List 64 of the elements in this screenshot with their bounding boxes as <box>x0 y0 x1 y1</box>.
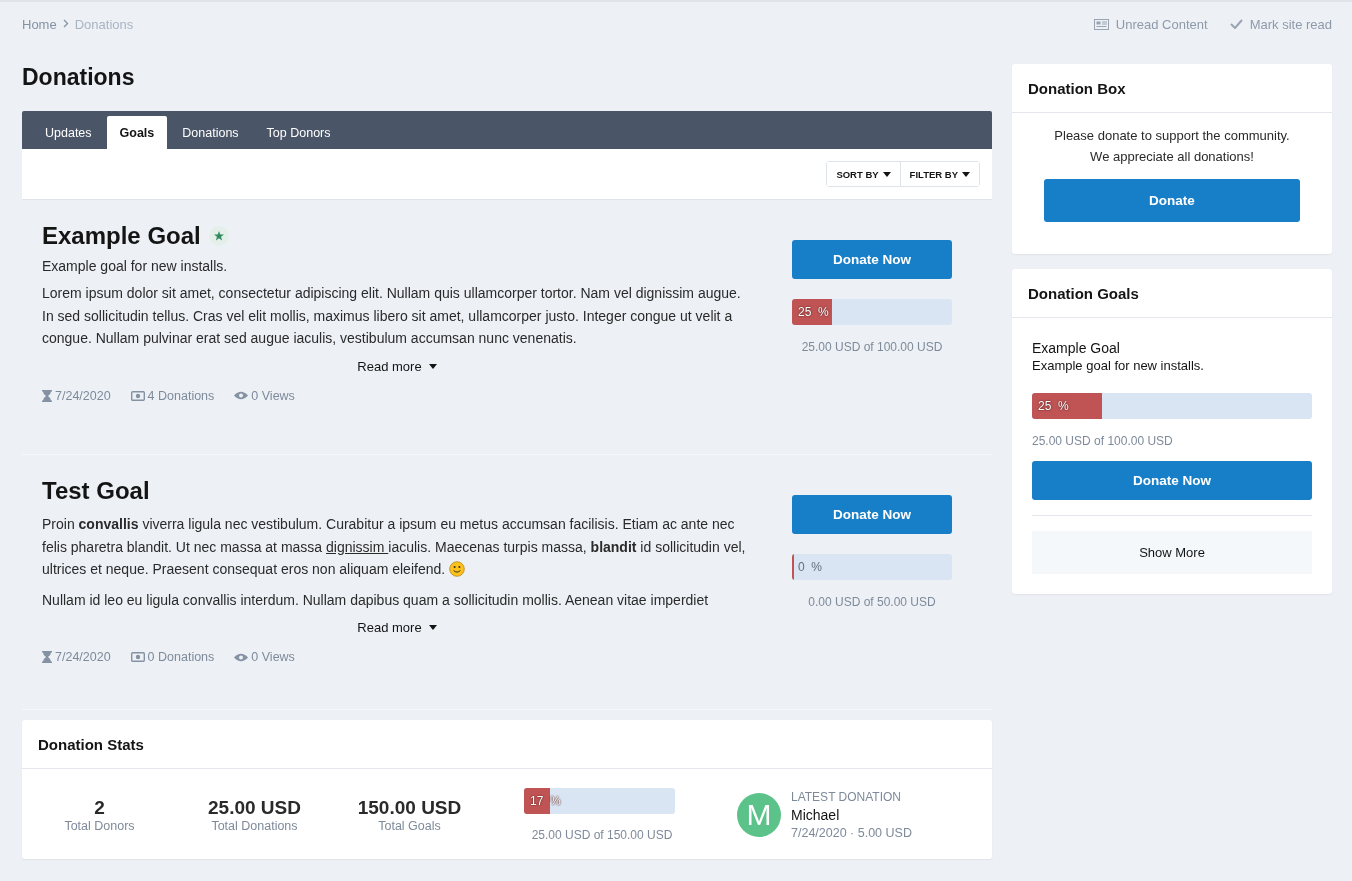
stat-value: 150.00 USD <box>357 797 462 819</box>
goal-summary: Example goal for new installs. <box>42 258 229 274</box>
latest-label: LATEST DONATION <box>791 790 902 804</box>
goal-date: 7/24/2020 <box>42 388 111 403</box>
banknote-icon <box>130 390 145 401</box>
caret-icon <box>428 625 437 630</box>
stat-label: Total Donations <box>211 819 298 833</box>
goal-summary: Example goal for new installs. <box>1032 358 1205 373</box>
donate-now-button[interactable]: Donate Now <box>792 240 952 279</box>
progress-label: 17 % <box>530 793 561 810</box>
tab[interactable]: Top Donors <box>253 116 344 149</box>
tab[interactable]: Donations <box>169 116 252 149</box>
total-amount: 25.00 USD of 150.00 USD <box>530 828 674 842</box>
stat-label: Total Donors <box>64 819 135 833</box>
goal-date: 7/24/2020 <box>42 650 111 664</box>
goal-title[interactable]: Example Goal <box>42 220 201 252</box>
read-more-button[interactable]: Read more <box>351 619 443 636</box>
goal-title[interactable]: Example Goal <box>1032 340 1312 356</box>
donate-now-button[interactable]: Donate Now <box>1032 461 1312 500</box>
show-more-button[interactable]: Show More <box>1032 531 1312 574</box>
caret-icon <box>428 363 437 369</box>
goal-amount: 25.00 USD of 100.00 USD <box>800 340 944 354</box>
donation-count: 4 Donations <box>130 388 215 403</box>
caret-icon <box>882 171 891 177</box>
stat-label: Total Goals <box>378 819 441 833</box>
smiley-icon <box>449 561 466 577</box>
eye-icon <box>234 652 249 662</box>
card-title: Donation Goals <box>1012 269 1332 318</box>
sort-filter-button[interactable]: FILTER BY <box>899 162 979 186</box>
newspaper-icon <box>1093 18 1109 30</box>
donate-now-button[interactable]: Donate Now <box>792 495 952 534</box>
read-more-button[interactable]: Read more <box>351 357 443 375</box>
view-count: 0 Views <box>234 650 295 664</box>
goal-description: Lorem ipsum dolor sit amet, consectetur adipiscing elit. Nullam quis ullamcorper tortor. Nam vel dignissim augue. In sed sollicitudin tellus. Cras vel elit mollis, maximus libero sit amet, ullamcorper justo. Integer congue ut velit a congue. Nullam pulvinar erat sed augue iaculis, vestibulum accumsan nunc venenatis. <box>42 284 742 348</box>
card-title: Donation Box <box>1012 64 1332 113</box>
hourglass-icon <box>42 389 52 402</box>
goal-description: Proin convallis viverra ligula nec vestibulum. Curabitur a ipsum eu metus accumsan facilisis. Etiam ac ante nec felis pharetra blandit. Ut nec massa at massa dignissim iaculis. Maecenas turpis massa, blandit id sollicitudin vel, ultrices et neque. Praesent consequat eros non aliquam eleifend. <box>42 515 747 579</box>
goal-title[interactable]: Test Goal <box>42 475 150 507</box>
progress-label: 0 % <box>798 559 822 576</box>
goal-description: Nullam id leo eu ligula convallis interdum. Nullam dapibus quam a sollicitudin mollis. Aenean vitae imperdiet <box>42 590 710 610</box>
donation-detail: 7/24/2020 · 5.00 USD <box>791 826 912 840</box>
page-title: Donations <box>22 63 136 91</box>
stat-value: 25.00 USD <box>208 797 301 819</box>
donation-count: 0 Donations <box>130 650 215 664</box>
goal-amount: 25.00 USD of 100.00 USD <box>1032 434 1174 448</box>
banknote-icon <box>130 652 145 662</box>
card-title: Donation Stats <box>22 720 992 769</box>
donor-name[interactable]: Michael <box>791 807 912 823</box>
donate-button[interactable]: Donate <box>1044 179 1300 222</box>
tab[interactable]: Updates <box>32 116 105 149</box>
hourglass-icon <box>42 651 52 663</box>
donation-message: We appreciate all donations! <box>1089 148 1255 166</box>
eye-icon <box>234 391 249 400</box>
view-count: 0 Views <box>234 388 295 403</box>
tab[interactable]: Goals <box>106 116 168 149</box>
progress-label: 25 % <box>798 304 829 321</box>
stat-value: 2 <box>94 797 105 819</box>
goal-amount: 0.00 USD of 50.00 USD <box>807 595 937 609</box>
check-icon <box>1229 19 1243 29</box>
caret-icon <box>962 171 970 177</box>
progress-label: 25 % <box>1038 398 1069 415</box>
text-link[interactable]: dignissim <box>326 538 389 555</box>
avatar: M <box>737 793 781 837</box>
donation-message: Please donate to support the community. <box>1053 127 1291 145</box>
